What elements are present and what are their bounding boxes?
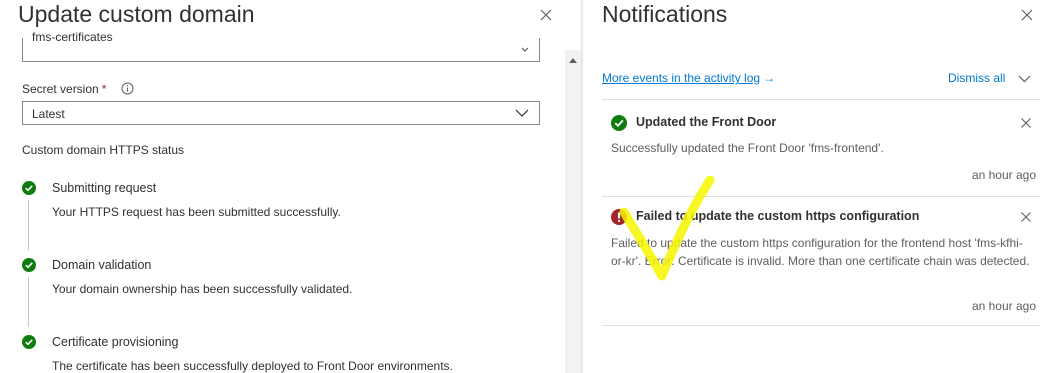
panel-title: Update custom domain xyxy=(18,1,255,27)
step-connector-line xyxy=(28,277,29,327)
info-icon[interactable] xyxy=(121,82,134,95)
check-circle-icon xyxy=(22,335,36,349)
certificate-select-value: fms-certificates xyxy=(32,30,113,44)
secret-version-select-value: Latest xyxy=(32,107,65,121)
chevron-down-icon xyxy=(515,109,529,117)
notification-item[interactable]: Failed to update the custom https config… xyxy=(602,196,1040,326)
notification-item[interactable]: Updated the Front Door Successfully upda… xyxy=(602,99,1040,195)
notifications-panel: Notifications More events in the activit… xyxy=(584,0,1062,373)
step-description: Your HTTPS request has been submitted su… xyxy=(52,205,341,219)
step-title: Domain validation xyxy=(52,258,152,272)
step-title: Submitting request xyxy=(52,181,157,195)
secret-version-label-text: Secret version xyxy=(22,82,99,96)
notification-time: an hour ago xyxy=(971,299,1036,313)
dismiss-all-button[interactable]: Dismiss all xyxy=(948,71,1005,85)
https-status-heading: Custom domain HTTPS status xyxy=(22,143,185,157)
error-icon xyxy=(611,209,627,225)
scroll-up-arrow-icon[interactable] xyxy=(569,58,577,63)
scrollbar[interactable] xyxy=(565,50,581,373)
close-icon[interactable] xyxy=(1020,211,1032,223)
step-connector-line xyxy=(28,200,29,250)
notification-time: an hour ago xyxy=(971,168,1036,182)
step-title: Certificate provisioning xyxy=(52,335,179,349)
activity-log-link-text[interactable]: More events in the activity log xyxy=(602,71,760,85)
secret-version-select[interactable]: Latest xyxy=(22,101,540,125)
check-circle-icon xyxy=(22,258,36,272)
step-description: The certificate has been successfully de… xyxy=(52,359,453,373)
step-description: Your domain ownership has been successfu… xyxy=(52,282,353,296)
close-icon[interactable] xyxy=(1020,117,1032,129)
chevron-down-icon xyxy=(521,47,529,52)
secret-version-label: Secret version * xyxy=(22,82,106,96)
panel-title: Notifications xyxy=(602,1,728,27)
close-icon[interactable] xyxy=(1019,7,1035,23)
notification-body: Failed to update the custom https config… xyxy=(611,236,1030,268)
certificate-select[interactable]: fms-certificates xyxy=(22,30,540,62)
update-custom-domain-panel: Update custom domain fms-certificates Se… xyxy=(0,0,565,373)
close-icon[interactable] xyxy=(538,7,554,23)
activity-log-link[interactable]: More events in the activity log → xyxy=(602,71,775,85)
notification-title: Updated the Front Door xyxy=(636,115,777,129)
chevron-down-icon[interactable] xyxy=(1018,75,1031,83)
notification-title: Failed to update the custom https config… xyxy=(636,209,920,223)
check-circle-icon xyxy=(22,181,36,195)
success-check-icon xyxy=(611,115,627,131)
notification-body: Successfully updated the Front Door 'fms… xyxy=(611,141,884,155)
required-mark: * xyxy=(101,82,107,96)
arrow-right-icon: → xyxy=(763,71,776,85)
